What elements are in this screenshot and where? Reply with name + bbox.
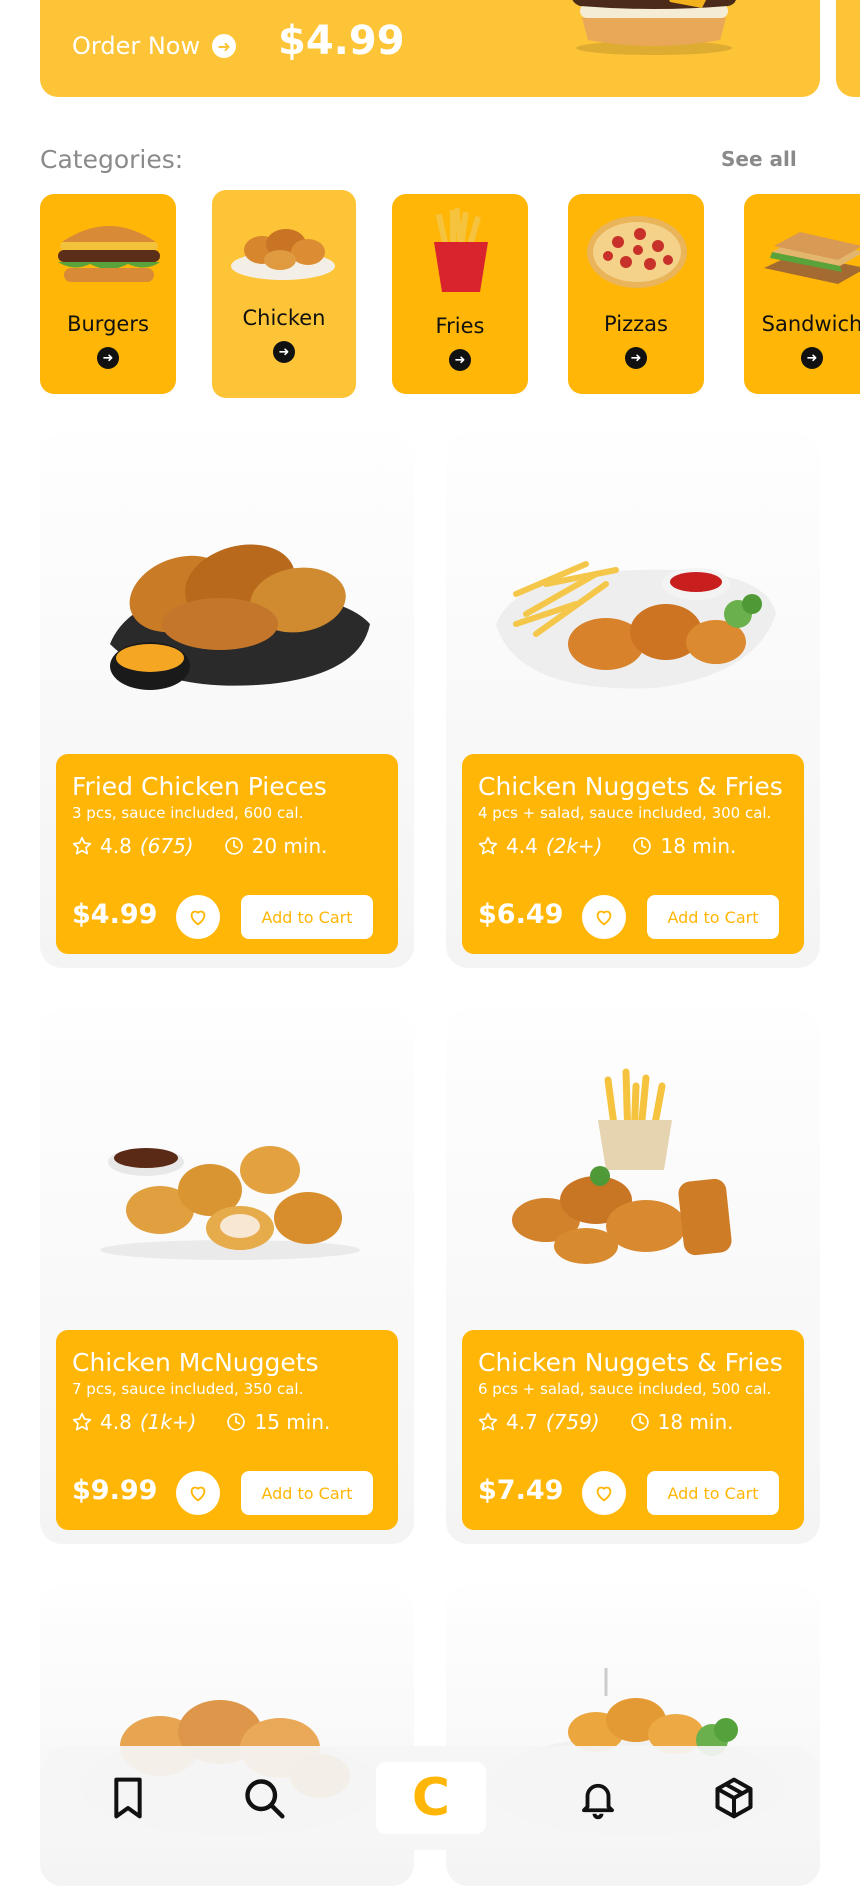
favorite-button[interactable] (582, 895, 626, 939)
product-info: Chicken Nuggets & Fries 4 pcs + salad, s… (462, 754, 804, 954)
product-desc: 7 pcs, sauce included, 350 cal. (72, 1380, 304, 1398)
chicken-nuggets-fries-image (512, 1068, 732, 1264)
product-info: Chicken Nuggets & Fries 6 pcs + salad, s… (462, 1330, 804, 1530)
promo-price: $4.99 (278, 18, 405, 64)
arrow-right-icon: ➜ (801, 347, 823, 369)
favorite-button[interactable] (582, 1471, 626, 1515)
see-all-link[interactable]: See all (721, 147, 797, 171)
star-icon (478, 836, 498, 855)
fries-image (434, 208, 488, 292)
product-info: Fried Chicken Pieces 3 pcs, sauce includ… (56, 754, 398, 954)
home-button[interactable]: C (376, 1762, 486, 1834)
heart-icon (190, 1486, 206, 1502)
fried-chicken-image (110, 544, 370, 690)
product-card[interactable]: Chicken McNuggets 7 pcs, sauce included,… (40, 1010, 414, 1544)
product-rating: 4.8 (100, 1410, 132, 1434)
product-time: 15 min. (254, 1410, 331, 1434)
category-label: Fries (435, 314, 485, 338)
heart-icon (596, 910, 612, 926)
clock-icon (224, 837, 243, 855)
search-icon[interactable] (234, 1768, 294, 1828)
arrow-right-icon: ➜ (449, 349, 471, 371)
product-name: Chicken Nuggets & Fries (478, 1348, 783, 1377)
product-rating: 4.8 (100, 834, 132, 858)
product-price: $4.99 (72, 899, 158, 930)
add-to-cart-button[interactable]: Add to Cart (647, 1471, 779, 1515)
categories-title: Categories: (40, 145, 184, 174)
product-price: $7.49 (478, 1475, 564, 1506)
product-rating: 4.4 (506, 834, 538, 858)
product-name: Chicken McNuggets (72, 1348, 319, 1377)
promo-banner[interactable]: Order Now ➜ $4.99 (40, 0, 820, 97)
add-to-cart-button[interactable]: Add to Cart (647, 895, 779, 939)
order-now-link[interactable]: Order Now ➜ (72, 32, 237, 60)
product-review-count: (1k+) (139, 1410, 197, 1434)
clock-icon (227, 1413, 246, 1431)
product-price: $9.99 (72, 1475, 158, 1506)
star-icon (72, 1412, 92, 1431)
clock-icon (630, 1413, 649, 1431)
category-sandwich[interactable]: Sandwich ➜ (744, 194, 860, 394)
category-chicken[interactable]: Chicken ➜ (212, 190, 356, 398)
arrow-right-icon: ➜ (273, 341, 295, 363)
home-logo: C (411, 1768, 451, 1828)
product-meta: 4.7 (759) 18 min. (478, 1410, 733, 1434)
category-label: Chicken (242, 306, 326, 330)
category-label: Pizzas (604, 312, 668, 336)
package-icon[interactable] (704, 1768, 764, 1828)
pizza-image (587, 216, 687, 288)
clock-icon (633, 837, 652, 855)
bell-icon[interactable] (568, 1768, 628, 1828)
category-burgers[interactable]: Burgers ➜ (40, 194, 176, 394)
product-info: Chicken McNuggets 7 pcs, sauce included,… (56, 1330, 398, 1530)
burger-image (58, 226, 160, 282)
arrow-right-icon: ➜ (97, 347, 119, 369)
product-meta: 4.8 (675) 20 min. (72, 834, 327, 858)
chicken-mcnuggets-image (100, 1146, 360, 1260)
order-now-label: Order Now (72, 32, 201, 60)
product-review-count: (2k+) (545, 834, 603, 858)
category-label: Sandwich (761, 312, 860, 336)
product-name: Chicken Nuggets & Fries (478, 772, 783, 801)
product-desc: 3 pcs, sauce included, 600 cal. (72, 804, 304, 822)
category-fries[interactable]: Fries ➜ (392, 194, 528, 394)
star-icon (478, 1412, 498, 1431)
product-name: Fried Chicken Pieces (72, 772, 327, 801)
bookmark-icon[interactable] (98, 1768, 158, 1828)
star-icon (72, 836, 92, 855)
product-card[interactable]: Chicken Nuggets & Fries 6 pcs + salad, s… (446, 1010, 820, 1544)
product-meta: 4.4 (2k+) 18 min. (478, 834, 736, 858)
heart-icon (190, 910, 206, 926)
product-time: 18 min. (660, 834, 737, 858)
product-price: $6.49 (478, 899, 564, 930)
product-desc: 4 pcs + salad, sauce included, 300 cal. (478, 804, 772, 822)
product-rating: 4.7 (506, 1410, 538, 1434)
favorite-button[interactable] (176, 1471, 220, 1515)
burger-image (572, 0, 736, 55)
product-card[interactable]: Fried Chicken Pieces 3 pcs, sauce includ… (40, 434, 414, 968)
bottom-nav: C (40, 1746, 820, 1850)
arrow-right-icon: ➜ (212, 34, 237, 58)
category-pizzas[interactable]: Pizzas ➜ (568, 194, 704, 394)
product-review-count: (759) (545, 1410, 600, 1434)
sandwich-image (764, 232, 860, 284)
product-desc: 6 pcs + salad, sauce included, 500 cal. (478, 1380, 772, 1398)
product-review-count: (675) (139, 834, 194, 858)
add-to-cart-button[interactable]: Add to Cart (241, 1471, 373, 1515)
add-to-cart-button[interactable]: Add to Cart (241, 895, 373, 939)
category-label: Burgers (67, 312, 149, 336)
chicken-nuggets-fries-image (496, 561, 776, 689)
chicken-image (231, 229, 335, 280)
product-card[interactable]: Chicken Nuggets & Fries 4 pcs + salad, s… (446, 434, 820, 968)
product-time: 18 min. (657, 1410, 734, 1434)
heart-icon (596, 1486, 612, 1502)
next-promo-card[interactable] (836, 0, 860, 97)
favorite-button[interactable] (176, 895, 220, 939)
product-meta: 4.8 (1k+) 15 min. (72, 1410, 330, 1434)
product-time: 20 min. (251, 834, 328, 858)
arrow-right-icon: ➜ (625, 347, 647, 369)
